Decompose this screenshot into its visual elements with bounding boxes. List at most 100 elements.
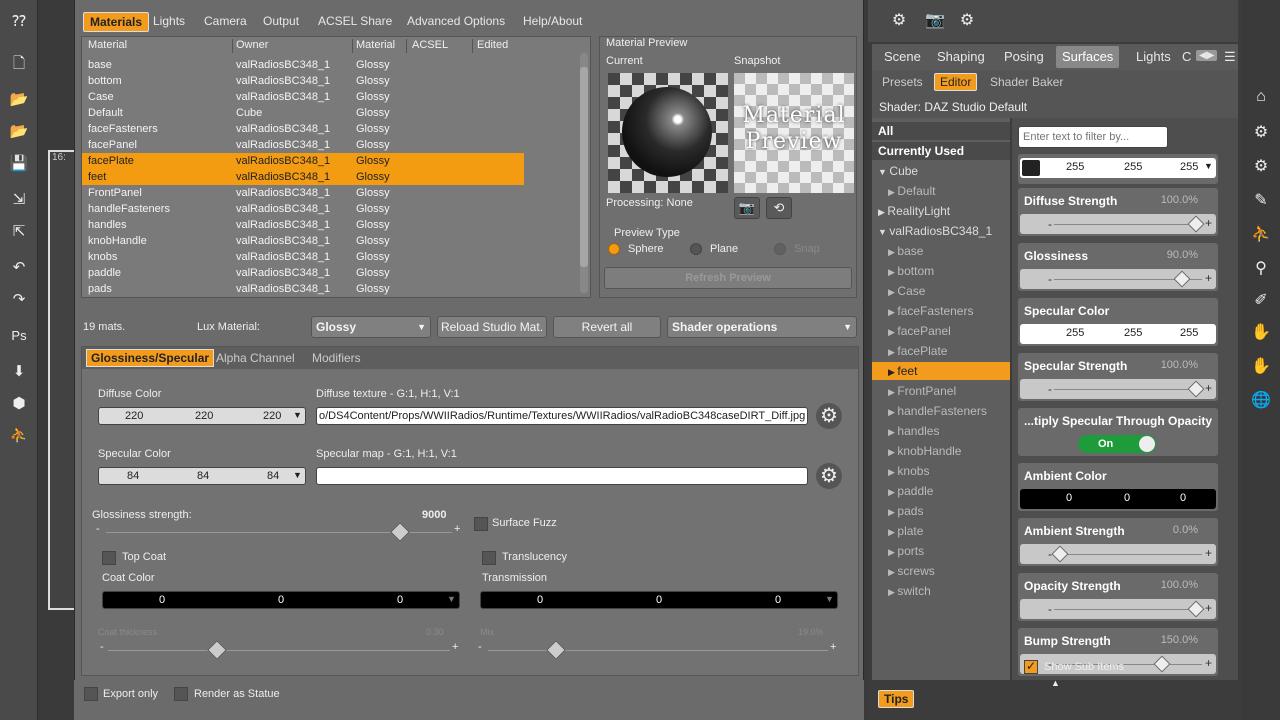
table-row[interactable]: Default Cube Glossy — [82, 105, 524, 121]
filter-input[interactable] — [1018, 126, 1168, 148]
tree-arrow-icon[interactable]: ▶ — [888, 567, 897, 577]
surface-fuzz-checkbox[interactable] — [474, 517, 488, 531]
export-only-checkbox[interactable] — [84, 687, 98, 701]
tree-arrow-icon[interactable]: ▶ — [888, 327, 897, 337]
tree-arrow-icon[interactable]: ▼ — [878, 167, 889, 177]
minus-icon[interactable]: - — [478, 641, 482, 653]
tab-posing[interactable]: Posing — [1004, 49, 1044, 64]
tab-surfaces[interactable]: Surfaces — [1056, 46, 1120, 68]
specular-map-path[interactable] — [316, 467, 808, 485]
table-row[interactable]: Case valRadiosBC348_1 Glossy — [82, 89, 524, 105]
tree-arrow-icon[interactable]: ▶ — [888, 367, 897, 377]
slider-track[interactable] — [1054, 609, 1202, 610]
table-row[interactable]: handleFasteners valRadiosBC348_1 Glossy — [82, 201, 524, 217]
col-material-type[interactable]: Material — [356, 39, 395, 51]
plus-icon[interactable]: + — [1205, 546, 1212, 560]
menu-help-about[interactable]: Help/About — [523, 14, 582, 28]
globe-icon[interactable]: 🌐 — [1250, 390, 1272, 412]
pane-menu-icon[interactable]: ☰ — [1224, 49, 1236, 65]
chevron-down-icon[interactable]: ▼ — [825, 594, 834, 604]
slider-knob[interactable] — [1187, 215, 1205, 233]
table-row[interactable]: pads valRadiosBC348_1 Glossy — [82, 281, 524, 297]
save-icon[interactable]: 💾 — [9, 154, 29, 174]
minus-icon[interactable]: - — [1048, 217, 1052, 231]
tree-item[interactable]: All — [872, 122, 1010, 140]
tree-item[interactable]: ▶ plate — [872, 522, 1010, 540]
color-swatch[interactable] — [1022, 160, 1040, 176]
shader-operations-select[interactable]: Shader operations ▼ — [667, 316, 857, 338]
table-row[interactable]: facePanel valRadiosBC348_1 Glossy — [82, 137, 524, 153]
table-row[interactable]: paddle valRadiosBC348_1 Glossy — [82, 265, 524, 281]
col-edited[interactable]: Edited — [477, 39, 508, 51]
table-row[interactable]: bottom valRadiosBC348_1 Glossy — [82, 73, 524, 89]
tree-item[interactable]: ▶ FrontPanel — [872, 382, 1010, 400]
property-control[interactable]: - + — [1020, 544, 1216, 564]
top-coat-checkbox[interactable] — [102, 551, 116, 565]
brush-icon[interactable]: ✐ — [1250, 290, 1272, 312]
tree-arrow-icon[interactable]: ▶ — [888, 587, 897, 597]
property-control[interactable]: - + — [1020, 599, 1216, 619]
toggle-switch[interactable]: On — [1078, 435, 1156, 453]
plus-icon[interactable]: + — [1205, 271, 1212, 285]
plane-radio[interactable] — [690, 243, 702, 255]
gear-icon[interactable]: ⚙ — [1250, 156, 1272, 178]
gear-icon[interactable]: ⚙ — [816, 463, 842, 489]
tree-item[interactable]: ▶ faceFasteners — [872, 302, 1010, 320]
tab-glossiness-specular[interactable]: Glossiness/Specular — [86, 349, 215, 367]
col-material[interactable]: Material — [88, 39, 127, 51]
render-settings-icon[interactable]: ⚙ — [1250, 122, 1272, 144]
tree-arrow-icon[interactable]: ▶ — [888, 267, 897, 277]
photoshop-bridge-icon[interactable]: Ps — [9, 326, 29, 346]
tree-arrow-icon[interactable]: ▶ — [888, 487, 897, 497]
lux-material-select[interactable]: Glossy ▼ — [311, 316, 431, 338]
minus-icon[interactable]: - — [1048, 272, 1052, 286]
tree-arrow-icon[interactable]: ▶ — [888, 467, 897, 477]
top-color-field[interactable]: 255 255 255 ▼ — [1020, 158, 1216, 178]
menu-output[interactable]: Output — [263, 14, 299, 28]
col-acsel[interactable]: ACSEL — [412, 39, 448, 51]
tree-arrow-icon[interactable]: ▶ — [878, 207, 887, 217]
plus-icon[interactable]: + — [1205, 656, 1212, 670]
new-file-icon[interactable]: 🗋 — [9, 54, 29, 74]
property-control[interactable]: - + — [1020, 379, 1216, 399]
merge-folder-icon[interactable]: 📂 — [9, 122, 29, 142]
coat-thickness-knob[interactable] — [207, 640, 228, 660]
minus-icon[interactable]: - — [1048, 602, 1052, 616]
chevron-down-icon[interactable]: ▼ — [293, 470, 302, 480]
redo-icon[interactable]: ↷ — [9, 290, 29, 310]
tab-scroll-arrows-icon[interactable]: ◀▶ — [1196, 50, 1218, 61]
slider-knob[interactable] — [1187, 380, 1205, 398]
tree-arrow-icon[interactable]: ▶ — [888, 547, 897, 557]
table-scrollbar[interactable] — [580, 53, 588, 293]
tree-item[interactable]: Currently Used — [872, 142, 1010, 160]
tab-c[interactable]: C — [1182, 49, 1191, 64]
tree-item[interactable]: ▶ handles — [872, 422, 1010, 440]
table-scrollbar-thumb[interactable] — [580, 67, 588, 267]
tree-item[interactable]: ▶ knobHandle — [872, 442, 1010, 460]
slider-knob[interactable] — [1187, 600, 1205, 618]
figure-edit-icon[interactable]: ⛹ — [1250, 224, 1272, 246]
menu-acsel-share[interactable]: ACSEL Share — [318, 14, 392, 28]
pose-icon[interactable]: ⚲ — [1250, 258, 1272, 280]
property-control[interactable]: - + — [1020, 214, 1216, 234]
menu-camera[interactable]: Camera — [204, 14, 247, 28]
tree-arrow-icon[interactable]: ▶ — [888, 427, 897, 437]
subtab-editor[interactable]: Editor — [934, 73, 978, 91]
table-row[interactable]: base valRadiosBC348_1 Glossy — [82, 57, 524, 73]
subtab-presets[interactable]: Presets — [882, 75, 923, 89]
tree-arrow-icon[interactable]: ▼ — [878, 227, 889, 237]
tree-item[interactable]: ▶ knobs — [872, 462, 1010, 480]
link-icon[interactable]: ⟲ — [766, 197, 792, 219]
table-row[interactable]: FrontPanel valRadiosBC348_1 Glossy — [82, 185, 524, 201]
tab-modifiers[interactable]: Modifiers — [312, 351, 361, 365]
tree-arrow-icon[interactable]: ▶ — [888, 447, 897, 457]
transmission-field[interactable]: 0 0 0 ▼ — [480, 591, 838, 609]
snap-radio[interactable] — [774, 243, 786, 255]
tree-item[interactable]: ▶ feet — [872, 362, 1010, 380]
tab-lights[interactable]: Lights — [1136, 49, 1171, 64]
tab-shaping[interactable]: Shaping — [937, 49, 985, 64]
tips-tab[interactable]: Tips — [878, 690, 915, 708]
property-control[interactable]: 255 255 255 — [1020, 324, 1216, 344]
tree-arrow-icon[interactable]: ▶ — [888, 347, 897, 357]
property-control[interactable]: 0 0 0 — [1020, 489, 1216, 509]
